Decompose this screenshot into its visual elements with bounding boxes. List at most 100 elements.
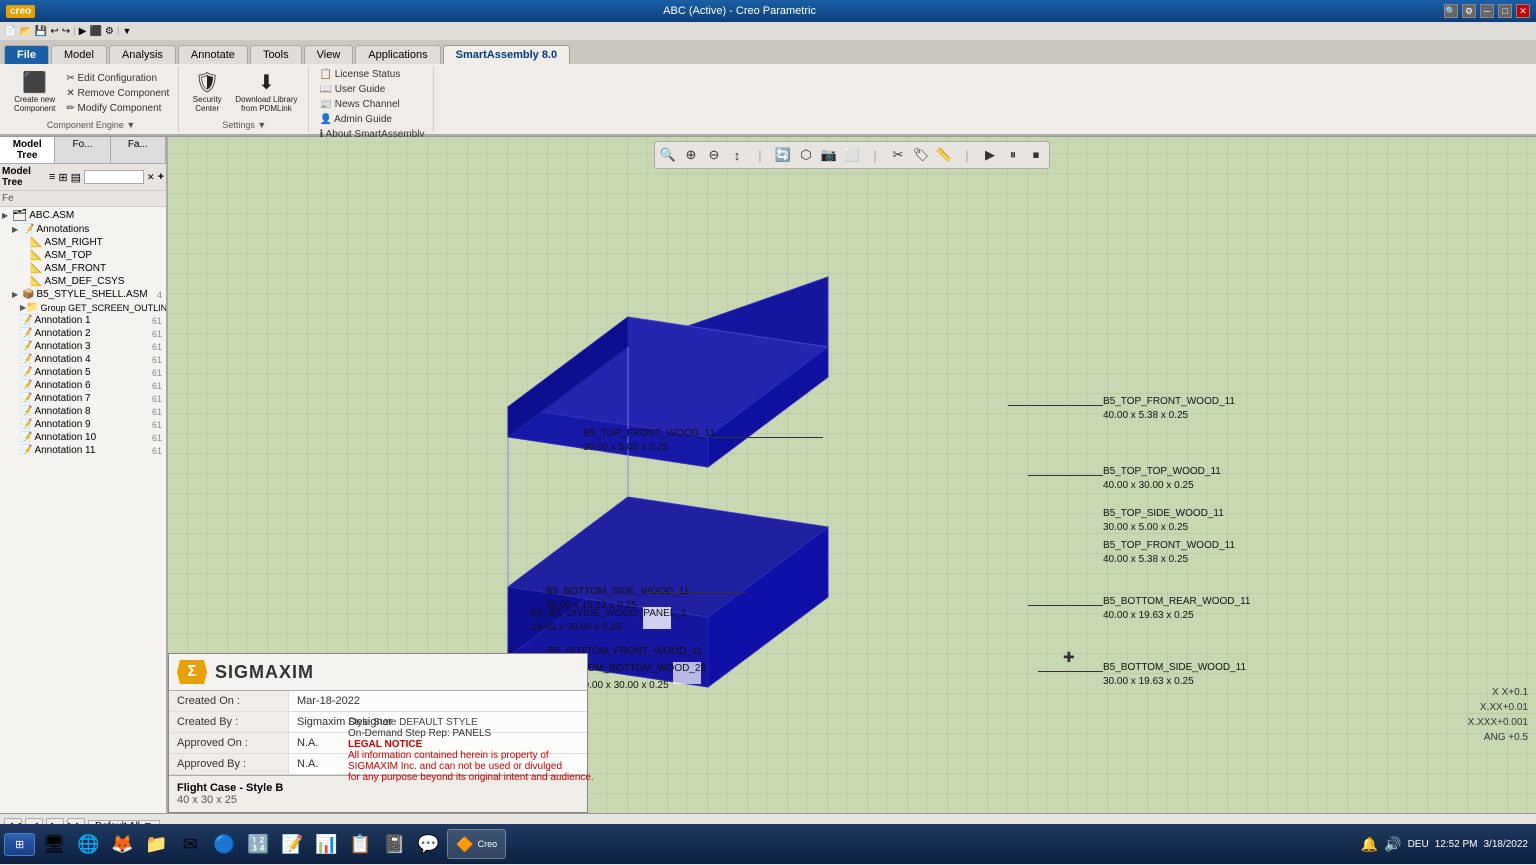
zoom-out-button[interactable]: ⊖: [703, 144, 725, 166]
tab-annotate[interactable]: Annotate: [178, 45, 248, 64]
taskbar-desktop-icon[interactable]: 🖥: [39, 829, 69, 859]
open-file-icon[interactable]: 📂: [19, 26, 31, 37]
annotation-bottom-side-right: B5_BOTTOM_SIDE_WOOD_11 30.00 x 19.63 x 0…: [1103, 661, 1246, 689]
taskbar-creo-app[interactable]: 🔶 Creo: [447, 829, 506, 859]
license-status-button[interactable]: 📋 License Status: [317, 68, 428, 81]
ann1-label: Annotation 1: [34, 315, 90, 326]
edit-configuration-button[interactable]: ✂ Edit Configuration: [63, 72, 172, 85]
view-orientation-button[interactable]: ⬡: [795, 144, 817, 166]
taskbar-teams-icon[interactable]: 💬: [413, 829, 443, 859]
new-file-icon[interactable]: 📄: [4, 26, 16, 37]
taskbar-ppt-icon[interactable]: 📋: [345, 829, 375, 859]
tree-item-annotation-10[interactable]: 📝 Annotation 10 61: [0, 431, 166, 444]
modify-component-button[interactable]: ✏ Modify Component: [63, 102, 172, 115]
tree-search-input[interactable]: [84, 170, 144, 184]
zoom-fit-button[interactable]: 🔍: [657, 144, 679, 166]
tree-label: Model Tree: [2, 166, 46, 188]
tree-item-annotation-5[interactable]: 📝 Annotation 5 61: [0, 366, 166, 379]
taskbar-edge-icon[interactable]: 🔵: [209, 829, 239, 859]
tab-model-tree[interactable]: Model Tree: [0, 137, 55, 163]
tree-item-annotation-7[interactable]: 📝 Annotation 7 61: [0, 392, 166, 405]
tree-item-asm-top[interactable]: 📐 ASM_TOP: [0, 249, 166, 262]
taskbar-onenote-icon[interactable]: 📓: [379, 829, 409, 859]
zoom-in-button[interactable]: ⊕: [680, 144, 702, 166]
maximize-button[interactable]: □: [1498, 4, 1512, 18]
tree-item-group-get[interactable]: ▶ 📁 Group GET_SCREEN_OUTLIN 60: [0, 301, 166, 314]
taskbar-folder-icon[interactable]: 📁: [141, 829, 171, 859]
asm-right-icon: 📐: [30, 237, 42, 248]
tree-item-annotation-6[interactable]: 📝 Annotation 6 61: [0, 379, 166, 392]
tree-item-annotations[interactable]: ▶ 📝 Annotations: [0, 223, 166, 236]
start-button[interactable]: ⊞: [4, 833, 35, 856]
create-new-component-button[interactable]: ⬛ Create newComponent: [10, 71, 59, 115]
tree-filter-icon[interactable]: ▤: [71, 171, 81, 184]
taskbar-excel-icon[interactable]: 📊: [311, 829, 341, 859]
tab-model[interactable]: Model: [51, 45, 107, 64]
tab-favorites[interactable]: Fa...: [111, 137, 166, 163]
admin-guide-button[interactable]: 👤 Admin Guide: [317, 113, 428, 126]
tree-menu-icon[interactable]: ≡: [49, 171, 55, 183]
minimize-button[interactable]: ─: [1480, 4, 1494, 18]
taskbar-mail-icon[interactable]: ✉: [175, 829, 205, 859]
tree-item-abc-asm[interactable]: ▶ 🗂 ABC.ASM: [0, 207, 166, 223]
measure-button[interactable]: 📏: [933, 144, 955, 166]
display-mode-button[interactable]: ⬜: [841, 144, 863, 166]
tree-item-annotation-1[interactable]: 📝 Annotation 1 61: [0, 314, 166, 327]
news-channel-button[interactable]: 📰 News Channel: [317, 98, 428, 111]
tree-item-asm-def-csys[interactable]: 📐 ASM_DEF_CSYS: [0, 275, 166, 288]
stop-animation-button[interactable]: ⏹: [1025, 144, 1047, 166]
camera-button[interactable]: 📷: [818, 144, 840, 166]
tree-expand-icon[interactable]: ⊞: [58, 171, 67, 184]
extra-icon[interactable]: ▼: [122, 26, 131, 36]
taskbar-word-icon[interactable]: 📝: [277, 829, 307, 859]
user-guide-button[interactable]: 📖 User Guide: [317, 83, 428, 96]
expand-arrow-b5: ▶: [12, 290, 22, 299]
search-icon[interactable]: 🔍: [1444, 4, 1458, 18]
tree-add-icon[interactable]: +: [158, 171, 164, 183]
play-animation-button[interactable]: ▶: [979, 144, 1001, 166]
tree-item-annotation-11[interactable]: 📝 Annotation 11 61: [0, 444, 166, 457]
volume-icon[interactable]: 🔊: [1384, 836, 1401, 853]
tree-item-annotation-2[interactable]: 📝 Annotation 2 61: [0, 327, 166, 340]
stop-icon[interactable]: ⬛: [89, 26, 101, 37]
tree-item-asm-front[interactable]: 📐 ASM_FRONT: [0, 262, 166, 275]
undo-icon[interactable]: ↩: [50, 26, 58, 37]
tab-applications[interactable]: Applications: [355, 45, 440, 64]
taskbar-calc-icon[interactable]: 🔢: [243, 829, 273, 859]
tree-item-annotation-9[interactable]: 📝 Annotation 9 61: [0, 418, 166, 431]
pause-animation-button[interactable]: ⏸: [1002, 144, 1024, 166]
notification-icon[interactable]: 🔔: [1361, 836, 1378, 853]
tree-clear-search-icon[interactable]: ✕: [147, 172, 155, 183]
ribbon-content: ⬛ Create newComponent ✂ Edit Configurati…: [0, 64, 1536, 136]
rotate-button[interactable]: 🔄: [772, 144, 794, 166]
tab-analysis[interactable]: Analysis: [109, 45, 176, 64]
settings-icon[interactable]: ⚙: [1462, 4, 1476, 18]
save-icon[interactable]: 💾: [35, 26, 47, 37]
tree-item-asm-right[interactable]: 📐 ASM_RIGHT: [0, 236, 166, 249]
security-center-button[interactable]: 🛡 SecurityCenter: [187, 71, 227, 115]
play-icon[interactable]: ▶: [79, 26, 87, 37]
remove-component-button[interactable]: ✕ Remove Component: [63, 87, 172, 100]
language-indicator[interactable]: DEU: [1408, 839, 1429, 850]
viewport[interactable]: 🔍 ⊕ ⊖ ↕ | 🔄 ⬡ 📷 ⬜ | ✂ 🏷 📏 | ▶ ⏸ ⏹: [168, 137, 1536, 813]
tab-file[interactable]: File: [4, 45, 49, 64]
tree-item-annotation-8[interactable]: 📝 Annotation 8 61: [0, 405, 166, 418]
pan-button[interactable]: ↕: [726, 144, 748, 166]
asm-def-csys-icon: 📐: [30, 276, 42, 287]
close-button[interactable]: ✕: [1516, 4, 1530, 18]
redo-icon[interactable]: ↪: [62, 26, 70, 37]
taskbar-browser-icon[interactable]: 🌐: [73, 829, 103, 859]
tab-smartassembly[interactable]: SmartAssembly 8.0: [443, 45, 571, 64]
b5-bottom-side-right-dims: 30.00 x 19.63 x 0.25: [1103, 676, 1194, 687]
annotation-display-button[interactable]: 🏷: [910, 144, 932, 166]
settings-icon[interactable]: ⚙: [105, 26, 114, 37]
tab-tools[interactable]: Tools: [250, 45, 302, 64]
tab-view[interactable]: View: [304, 45, 354, 64]
taskbar-firefox-icon[interactable]: 🦊: [107, 829, 137, 859]
section-button[interactable]: ✂: [887, 144, 909, 166]
tab-folders[interactable]: Fo...: [55, 137, 110, 163]
tree-item-b5-style-shell[interactable]: ▶ 📦 B5_STYLE_SHELL.ASM 4: [0, 288, 166, 301]
tree-item-annotation-3[interactable]: 📝 Annotation 3 61: [0, 340, 166, 353]
tree-item-annotation-4[interactable]: 📝 Annotation 4 61: [0, 353, 166, 366]
download-library-button[interactable]: ⬇ Download Libraryfrom PDMLink: [231, 71, 301, 115]
